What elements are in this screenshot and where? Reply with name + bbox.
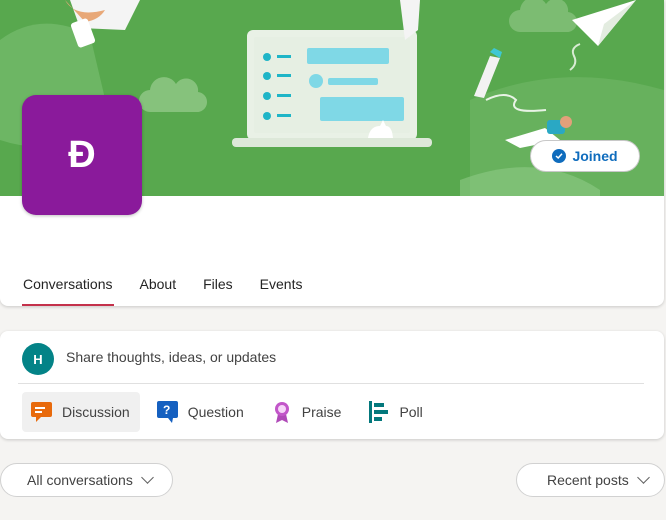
- joined-button[interactable]: Joined: [530, 140, 640, 172]
- post-type-bar: Discussion ? Question Praise Poll: [22, 392, 441, 432]
- tab-files[interactable]: Files: [203, 268, 233, 306]
- sort-label: Recent posts: [547, 472, 629, 488]
- tab-about[interactable]: About: [140, 268, 177, 306]
- praise-label: Praise: [301, 404, 342, 420]
- conversation-filter-label: All conversations: [27, 472, 133, 488]
- checkmark-icon: [552, 149, 567, 163]
- poll-label: Poll: [399, 404, 423, 420]
- discussion-label: Discussion: [62, 404, 130, 420]
- chevron-down-icon: [636, 471, 650, 484]
- discussion-button[interactable]: Discussion: [22, 392, 140, 432]
- svg-text:?: ?: [163, 403, 170, 417]
- divider: [18, 383, 644, 384]
- group-logo-letter: Đ: [68, 133, 96, 176]
- joined-label: Joined: [572, 148, 618, 164]
- discussion-icon: [31, 402, 52, 422]
- question-icon: ?: [156, 401, 178, 423]
- sort-dropdown[interactable]: Recent posts: [516, 463, 665, 497]
- question-button[interactable]: ? Question: [148, 392, 254, 432]
- share-input[interactable]: Share thoughts, ideas, or updates: [66, 349, 276, 365]
- post-composer: H Share thoughts, ideas, or updates Disc…: [0, 331, 664, 439]
- group-logo[interactable]: Đ: [22, 95, 142, 215]
- avatar[interactable]: H: [22, 343, 54, 375]
- poll-icon: [369, 401, 389, 423]
- chevron-down-icon: [140, 471, 154, 484]
- group-tabs: Conversations About Files Events: [22, 268, 329, 306]
- poll-button[interactable]: Poll: [359, 392, 432, 432]
- tab-conversations[interactable]: Conversations: [22, 268, 113, 306]
- tab-events[interactable]: Events: [260, 268, 303, 306]
- conversation-filter-dropdown[interactable]: All conversations: [0, 463, 173, 497]
- group-header-card: Đ Joined Conversations About Files Event…: [0, 0, 664, 306]
- question-label: Question: [187, 404, 244, 420]
- praise-icon: [274, 402, 289, 423]
- praise-button[interactable]: Praise: [262, 392, 352, 432]
